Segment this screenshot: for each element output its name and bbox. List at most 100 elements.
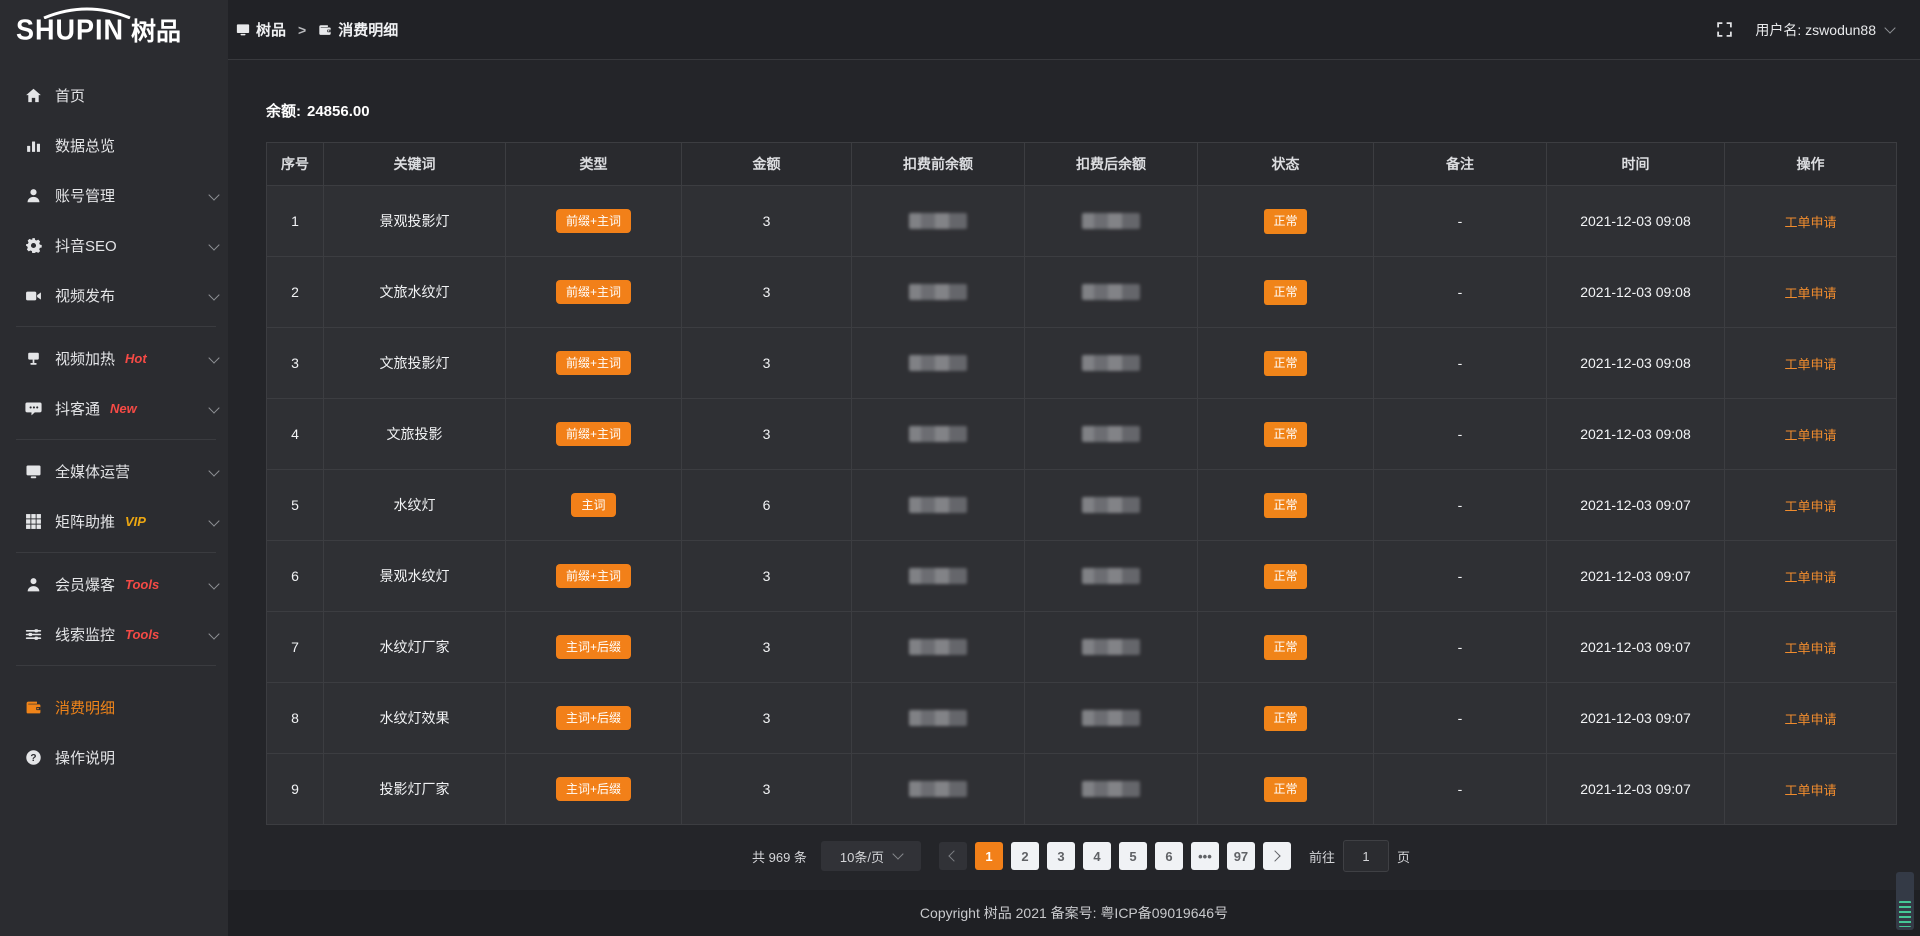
cell-seq: 9 xyxy=(267,754,324,825)
masked-balance-value xyxy=(1082,781,1140,797)
cell-balance-before xyxy=(852,470,1025,541)
work-order-link[interactable]: 工单申请 xyxy=(1784,215,1836,230)
cell-keyword: 水纹灯效果 xyxy=(324,683,506,754)
chevron-down-icon xyxy=(208,465,219,476)
work-order-link[interactable]: 工单申请 xyxy=(1784,712,1836,727)
masked-balance-value xyxy=(909,497,967,513)
sidebar-item-badge: VIP xyxy=(125,514,146,529)
cell-time: 2021-12-03 09:08 xyxy=(1547,257,1725,328)
breadcrumb-item-shupin[interactable]: 树品 xyxy=(236,19,286,40)
cell-action: 工单申请 xyxy=(1725,683,1897,754)
copyright-text: Copyright 树品 2021 备案号: 粤ICP备09019646号 xyxy=(920,903,1228,923)
sidebar-item-account-manage[interactable]: 账号管理 xyxy=(0,170,228,220)
sidebar-item-lead-monitor[interactable]: 线索监控Tools xyxy=(0,609,228,659)
breadcrumb-item-consume-detail[interactable]: 消费明细 xyxy=(318,19,398,40)
cell-remark: - xyxy=(1374,683,1547,754)
cell-balance-before xyxy=(852,399,1025,470)
cell-keyword: 景观水纹灯 xyxy=(324,541,506,612)
widget-stripes-icon xyxy=(1899,901,1911,927)
work-order-link[interactable]: 工单申请 xyxy=(1784,641,1836,656)
work-order-link[interactable]: 工单申请 xyxy=(1784,357,1836,372)
work-order-link[interactable]: 工单申请 xyxy=(1784,783,1836,798)
work-order-link[interactable]: 工单申请 xyxy=(1784,570,1836,585)
status-badge: 正常 xyxy=(1264,209,1306,234)
sidebar-item-operation-guide[interactable]: ?操作说明 xyxy=(0,732,228,782)
cell-type: 主词+后缀 xyxy=(506,754,682,825)
cell-balance-after xyxy=(1025,399,1198,470)
type-badge: 前缀+主词 xyxy=(556,564,631,588)
prev-page-button[interactable] xyxy=(939,842,967,870)
next-page-button[interactable] xyxy=(1263,842,1291,870)
user-menu[interactable]: 用户名: zswodun88 xyxy=(1755,20,1894,40)
more-pages-button[interactable]: ••• xyxy=(1191,842,1219,870)
pagination: 共 969 条 10条/页 123456•••97 前往 页 xyxy=(266,840,1896,872)
cell-type: 主词 xyxy=(506,470,682,541)
cell-seq: 3 xyxy=(267,328,324,399)
menu-divider xyxy=(16,552,216,553)
chevron-down-icon xyxy=(208,628,219,639)
page-button-3[interactable]: 3 xyxy=(1047,842,1075,870)
fullscreen-icon[interactable] xyxy=(1716,21,1733,38)
cell-balance-before xyxy=(852,754,1025,825)
sidebar-item-member-baoke[interactable]: 会员爆客Tools xyxy=(0,559,228,609)
sidebar-item-matrix-boost[interactable]: 矩阵助推VIP xyxy=(0,496,228,546)
goto-page-input[interactable] xyxy=(1343,840,1389,872)
cell-type: 前缀+主词 xyxy=(506,328,682,399)
masked-balance-value xyxy=(1082,497,1140,513)
floating-widget[interactable] xyxy=(1896,872,1914,930)
sliders-icon xyxy=(25,626,42,643)
cell-type: 主词+后缀 xyxy=(506,683,682,754)
chevron-down-icon xyxy=(208,578,219,589)
wallet-icon xyxy=(25,699,42,716)
type-badge: 主词 xyxy=(571,493,615,517)
page-button-6[interactable]: 6 xyxy=(1155,842,1183,870)
column-header-3: 金额 xyxy=(682,143,852,186)
work-order-link[interactable]: 工单申请 xyxy=(1784,499,1836,514)
page-button-5[interactable]: 5 xyxy=(1119,842,1147,870)
chat-icon xyxy=(25,400,42,417)
work-order-link[interactable]: 工单申请 xyxy=(1784,428,1836,443)
grid-icon xyxy=(25,513,42,530)
heat-icon xyxy=(25,350,42,367)
status-badge: 正常 xyxy=(1264,564,1306,589)
sidebar-item-video-publish[interactable]: 视频发布 xyxy=(0,270,228,320)
sidebar-item-douyin-seo[interactable]: 抖音SEO xyxy=(0,220,228,270)
sidebar-item-video-heat[interactable]: 视频加热Hot xyxy=(0,333,228,383)
logo-text: SHUPIN xyxy=(16,14,124,47)
cell-amount: 3 xyxy=(682,754,852,825)
sidebar-item-home[interactable]: 首页 xyxy=(0,70,228,120)
menu-divider xyxy=(16,439,216,440)
sidebar-item-label: 抖音SEO xyxy=(55,235,117,256)
cell-amount: 6 xyxy=(682,470,852,541)
cell-amount: 3 xyxy=(682,683,852,754)
column-header-2: 类型 xyxy=(506,143,682,186)
breadcrumb: 树品>消费明细 xyxy=(228,19,398,40)
page-size-select[interactable]: 10条/页 xyxy=(821,841,921,871)
cell-status: 正常 xyxy=(1198,612,1374,683)
breadcrumb-label: 树品 xyxy=(256,19,286,40)
cell-status: 正常 xyxy=(1198,754,1374,825)
cell-type: 前缀+主词 xyxy=(506,541,682,612)
app-logo: SHUPIN 树品 xyxy=(0,0,228,60)
work-order-link[interactable]: 工单申请 xyxy=(1784,286,1836,301)
wallet-icon xyxy=(318,23,332,37)
column-header-5: 扣费后余额 xyxy=(1025,143,1198,186)
sidebar-item-all-media[interactable]: 全媒体运营 xyxy=(0,446,228,496)
sidebar-item-badge: Hot xyxy=(125,351,147,366)
masked-balance-value xyxy=(1082,568,1140,584)
cell-remark: - xyxy=(1374,754,1547,825)
cell-balance-before xyxy=(852,683,1025,754)
page-button-97[interactable]: 97 xyxy=(1227,842,1255,870)
sidebar-item-consume-detail[interactable]: 消费明细 xyxy=(0,682,228,732)
masked-balance-value xyxy=(1082,639,1140,655)
page-button-1[interactable]: 1 xyxy=(975,842,1003,870)
masked-balance-value xyxy=(1082,710,1140,726)
sidebar-item-douketong[interactable]: 抖客通New xyxy=(0,383,228,433)
member-icon xyxy=(25,576,42,593)
cell-balance-before xyxy=(852,541,1025,612)
svg-text:?: ? xyxy=(30,752,36,763)
column-header-4: 扣费前余额 xyxy=(852,143,1025,186)
page-button-4[interactable]: 4 xyxy=(1083,842,1111,870)
sidebar-item-data-overview[interactable]: 数据总览 xyxy=(0,120,228,170)
page-button-2[interactable]: 2 xyxy=(1011,842,1039,870)
